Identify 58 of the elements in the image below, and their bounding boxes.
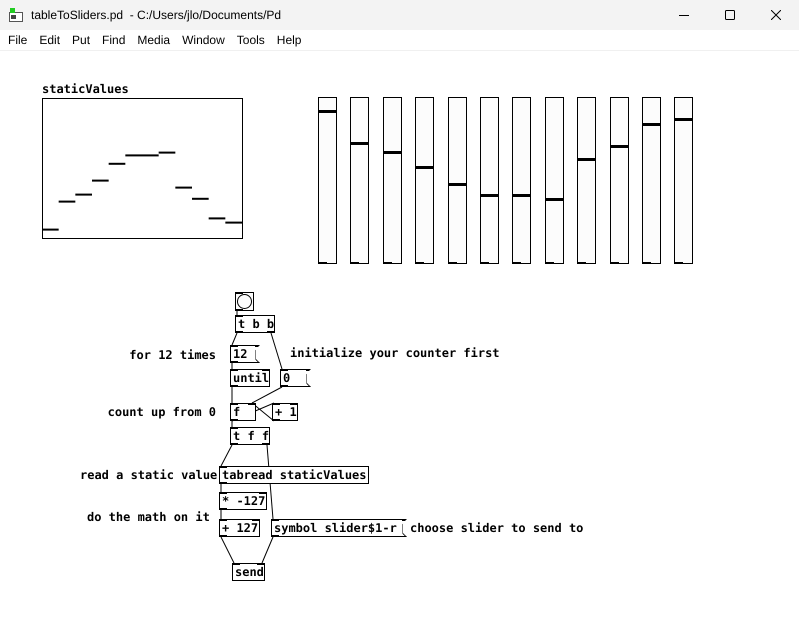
comment-text: initialize your counter first [290,345,500,361]
object-box[interactable]: tabread staticValues [219,466,369,484]
comment-text: read a static value [80,467,218,483]
vertical-slider[interactable] [448,97,467,264]
array-value-line [75,194,92,196]
menu-item[interactable]: Put [66,33,96,47]
vertical-slider[interactable] [642,97,661,264]
vertical-slider[interactable] [674,97,694,264]
object-box[interactable]: + 127 [219,519,260,537]
array-value-line [58,200,76,203]
patch-cord [220,536,234,564]
vertical-slider[interactable] [318,97,337,264]
comment-text: for 12 times [129,347,216,363]
comment-text: do the math on it [87,509,210,525]
patch-cord [270,332,282,370]
menu-item[interactable]: Edit [33,33,66,47]
patch-cord [220,444,232,466]
menu-item[interactable]: Window [176,33,231,47]
menu-item[interactable]: Media [131,33,176,47]
array-value-line [192,198,209,200]
array-value-line [42,228,59,231]
message-box[interactable]: symbol slider$1-r [271,519,407,537]
patch-cord [262,536,274,564]
object-box[interactable]: + 1 [272,403,298,421]
object-box[interactable]: until [230,369,270,387]
bang-button[interactable] [235,292,254,311]
vertical-slider[interactable] [610,97,629,264]
message-box[interactable]: 0 [280,369,311,387]
menu-item[interactable]: Help [270,33,308,47]
vertical-slider[interactable] [382,97,402,264]
vertical-slider[interactable] [480,97,499,264]
comment-text: count up from 0 [108,404,216,420]
array-value-line [208,217,226,220]
app-icon [9,8,23,22]
menu-item[interactable]: Tools [230,33,271,47]
maximize-icon [725,10,735,20]
array-value-line [225,222,242,224]
comment-text: choose slider to send to [410,520,584,536]
menu-item[interactable]: File [2,33,34,47]
array-value-line [92,180,109,182]
array-value-line [175,186,192,189]
vertical-slider[interactable] [350,97,370,264]
object-box[interactable]: f [230,403,256,421]
object-box[interactable]: * -127 [219,492,267,510]
window-title: tableToSliders.pd - C:/Users/jlo/Documents/Pd [31,8,282,22]
array-value-line [108,162,126,165]
close-icon [771,10,781,20]
vertical-slider[interactable] [415,97,434,264]
menu-item[interactable]: Find [96,33,132,47]
patch-cord [232,332,238,346]
vertical-slider[interactable] [544,97,564,264]
object-box[interactable]: send [232,563,265,581]
message-box[interactable]: 12 [230,345,260,363]
object-box[interactable]: t b b [235,315,275,333]
vertical-slider[interactable] [512,97,532,264]
object-box[interactable]: t f f [230,427,270,445]
vertical-slider[interactable] [577,97,596,264]
array-name: staticValues [42,82,129,96]
